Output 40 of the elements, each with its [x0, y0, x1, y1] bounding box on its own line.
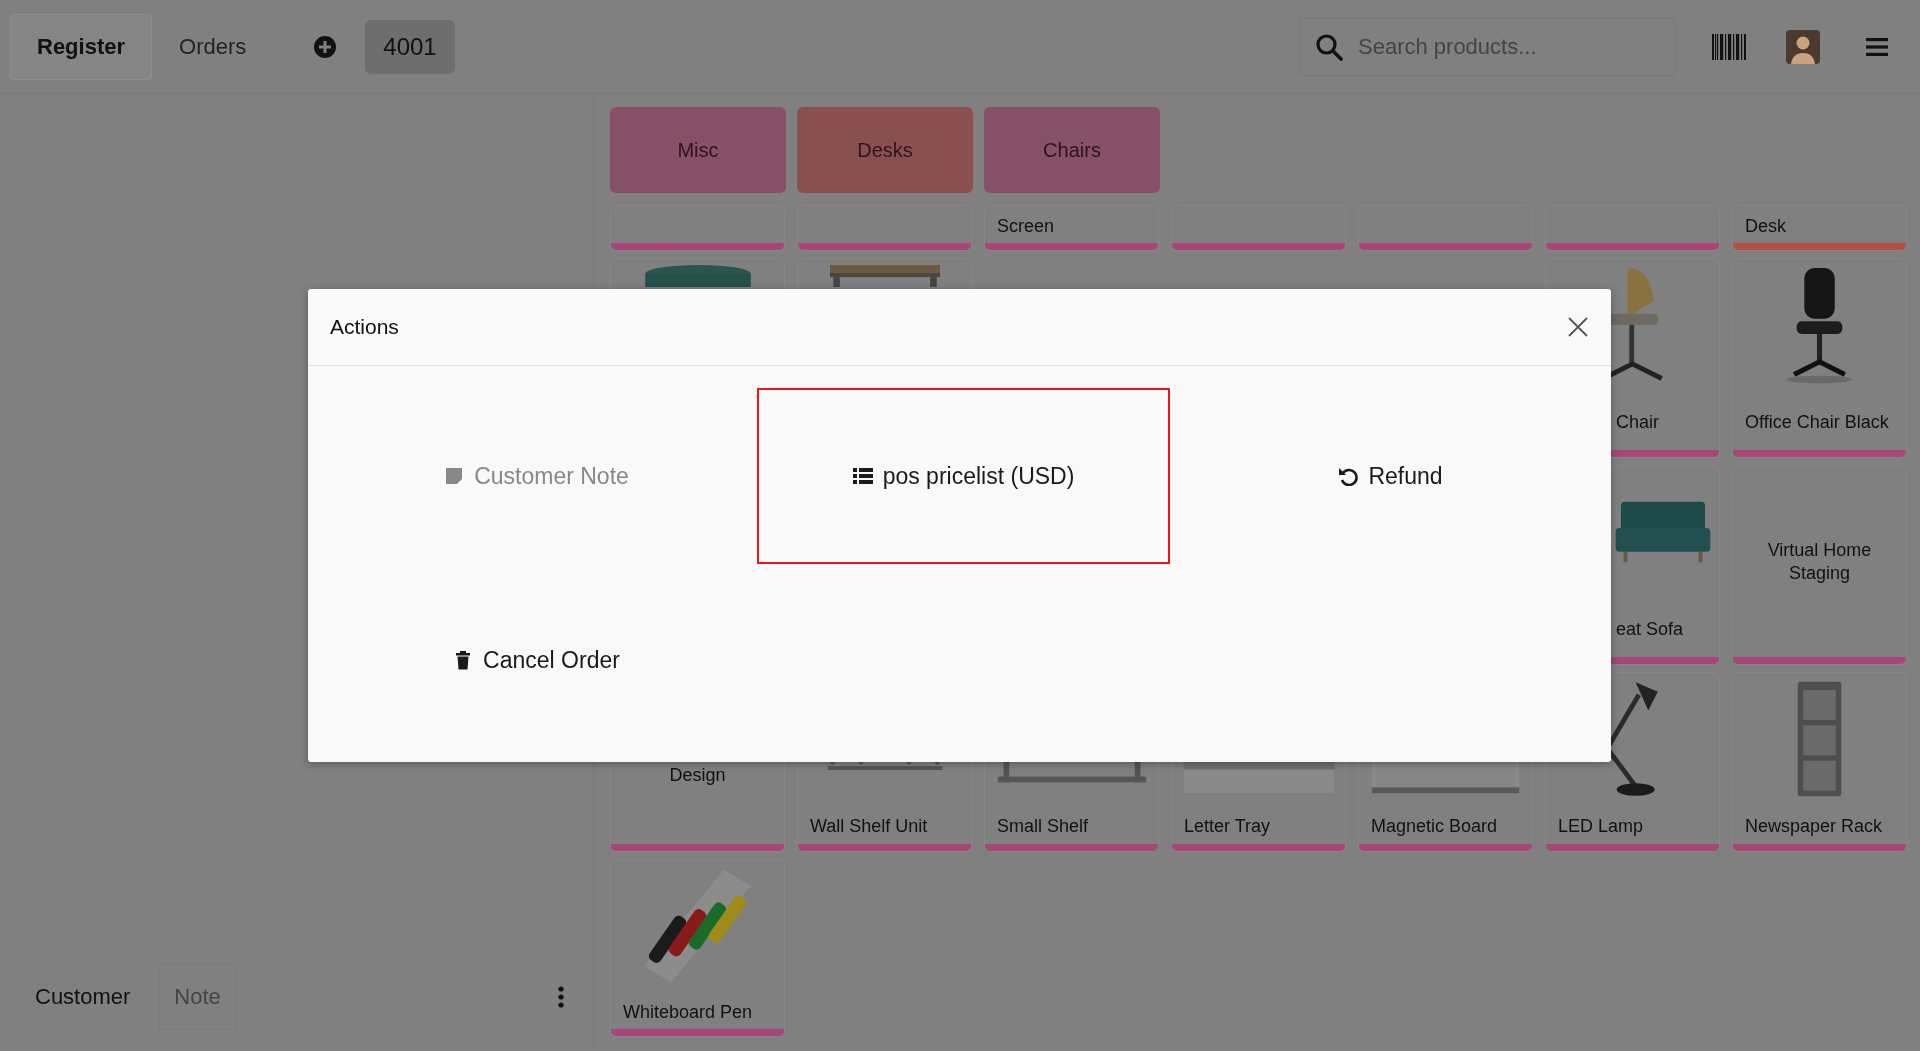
product-card[interactable]: Newspaper Rack: [1732, 672, 1907, 852]
category-button[interactable]: Chairs: [984, 107, 1160, 193]
search-icon: [1315, 32, 1343, 61]
menu-icon[interactable]: [1866, 36, 1888, 57]
product-card[interactable]: Whiteboard Pen: [610, 859, 785, 1037]
avatar-icon[interactable]: [1786, 29, 1820, 64]
product-name: Desk: [1744, 215, 1787, 238]
list-icon: [852, 466, 873, 486]
order-tab[interactable]: 4001: [365, 19, 455, 74]
search-field[interactable]: Search products...: [1299, 17, 1676, 76]
product-card[interactable]: Virtual Home Staging: [1732, 465, 1907, 665]
product-card[interactable]: Office Chair Black: [1732, 258, 1907, 458]
close-icon[interactable]: [1567, 316, 1589, 338]
product-name: Small Shelf: [996, 815, 1090, 838]
product-name: Wall Shelf Unit: [809, 815, 929, 838]
nav-tab[interactable]: Orders: [152, 13, 274, 80]
note-icon: [444, 466, 465, 486]
dialog-title: Actions: [330, 315, 399, 339]
nav-tab[interactable]: Register: [10, 13, 153, 80]
undo-icon: [1338, 466, 1359, 486]
product-name: Chair: [1615, 411, 1660, 434]
product-name: Screen: [996, 215, 1056, 238]
product-name: LED Lamp: [1557, 815, 1645, 838]
product-name: eat Sofa: [1615, 618, 1685, 641]
category-button[interactable]: Misc: [610, 107, 786, 193]
action-button[interactable]: pos pricelist (USD): [757, 388, 1170, 564]
product-name: Letter Tray: [1183, 815, 1272, 838]
product-name: Office Chair Black: [1744, 411, 1890, 434]
product-name: Magnetic Board: [1370, 815, 1499, 838]
more-options-icon[interactable]: [557, 986, 565, 1008]
product-card[interactable]: Desk: [1732, 205, 1907, 251]
add-order-icon[interactable]: [313, 34, 338, 59]
product-name: Whiteboard Pen: [622, 1001, 754, 1024]
product-name: Virtual Home Staging: [1766, 538, 1873, 585]
product-name: Design: [668, 764, 727, 787]
product-name: Newspaper Rack: [1744, 815, 1884, 838]
product-card[interactable]: Screen: [984, 205, 1159, 251]
category-button[interactable]: Desks: [797, 107, 973, 193]
barcode-icon[interactable]: [1712, 33, 1746, 60]
order-button[interactable]: Customer: [20, 964, 146, 1030]
